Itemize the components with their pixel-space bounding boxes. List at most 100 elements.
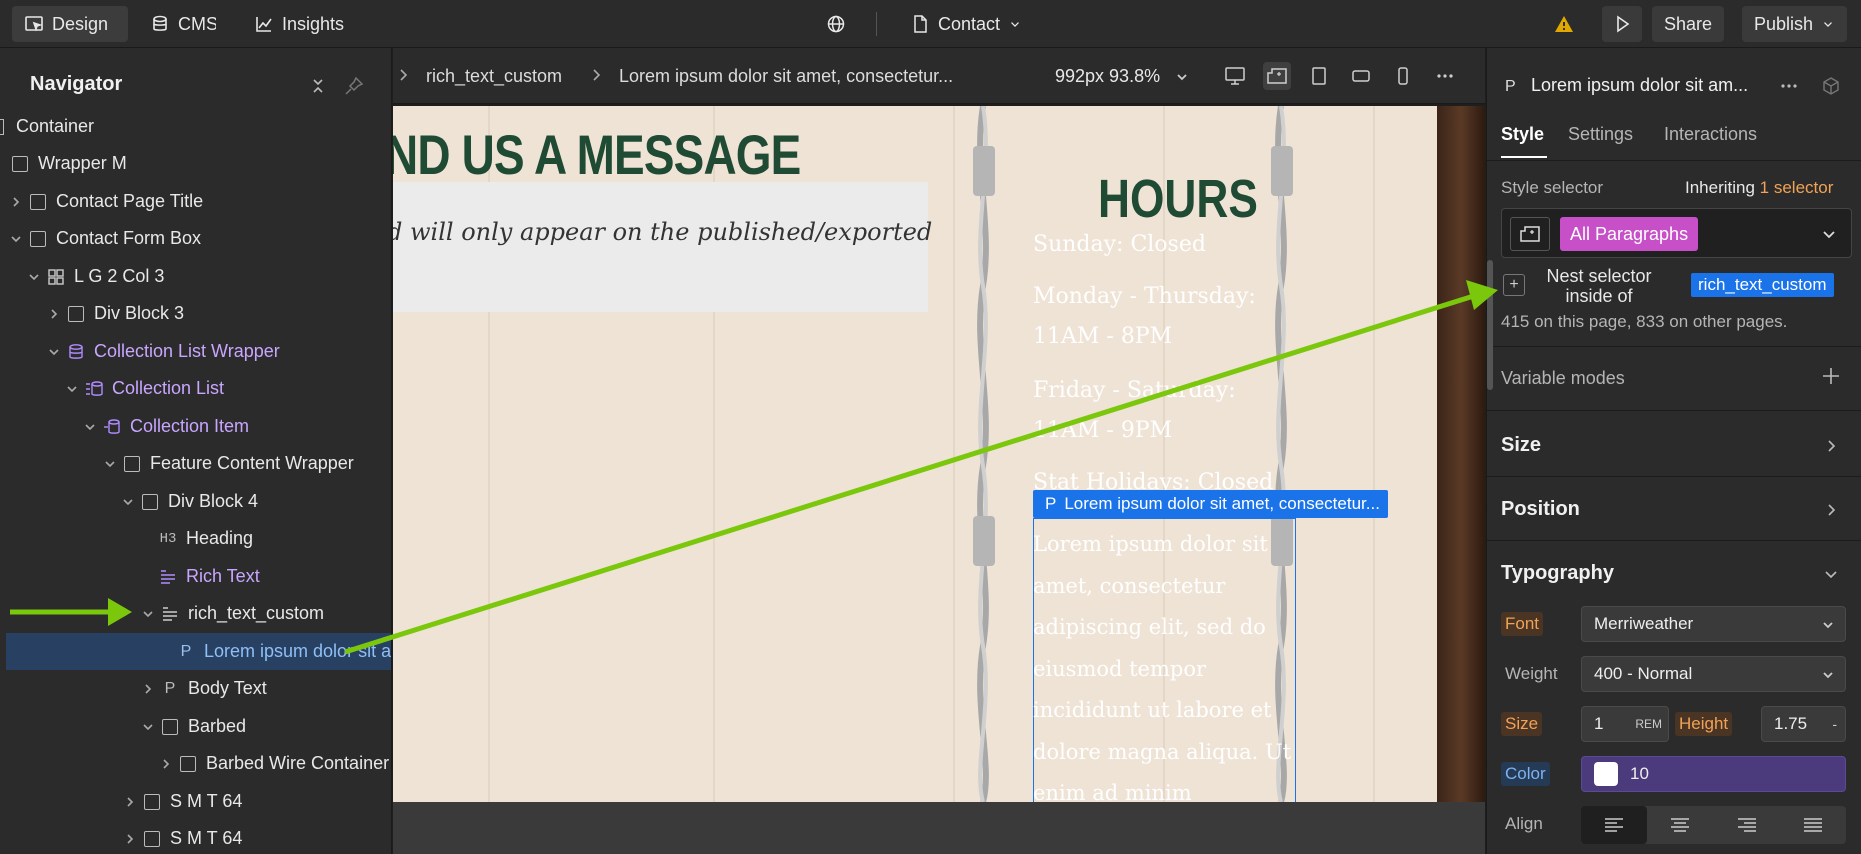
font-dropdown[interactable]: Merriweather	[1581, 606, 1846, 642]
tree-node[interactable]: Container	[0, 108, 391, 145]
more-options-icon[interactable]	[1431, 62, 1459, 90]
chevron-right-icon[interactable]	[140, 681, 156, 697]
tree-node[interactable]: S M T 64	[0, 820, 391, 854]
breadcrumb-item[interactable]: rich_text_custom	[426, 66, 562, 87]
tree-node[interactable]: Barbed Wire Container	[0, 745, 391, 782]
tree-node[interactable]: rich_text_custom	[0, 595, 391, 632]
tree-node[interactable]: Collection Item	[0, 408, 391, 445]
desktop-breakpoint-icon[interactable]	[1221, 62, 1249, 90]
nest-selector-toggle[interactable]: +	[1503, 274, 1525, 296]
selected-element-label[interactable]: P Lorem ipsum dolor sit amet, consectetu…	[1033, 490, 1388, 518]
locale-button[interactable]	[820, 6, 852, 42]
collapse-all-icon[interactable]	[308, 76, 328, 96]
section-position[interactable]: Position	[1501, 498, 1580, 521]
cms-mode-button[interactable]: CMS	[138, 6, 228, 42]
section-size[interactable]: Size	[1501, 434, 1541, 457]
viewport-size-dropdown[interactable]: 992px 93.8%	[1055, 66, 1160, 87]
chevron-right-icon[interactable]	[1823, 438, 1839, 454]
chevron-right-icon[interactable]	[122, 794, 138, 810]
selector-type-icon[interactable]	[1510, 217, 1550, 251]
tree-node[interactable]: Feature Content Wrapper	[0, 445, 391, 482]
tablet-breakpoint-icon[interactable]	[1305, 62, 1333, 90]
mobile-portrait-icon[interactable]	[1389, 62, 1417, 90]
chevron-down-icon[interactable]	[1820, 225, 1838, 243]
chevron-down-icon[interactable]	[64, 381, 80, 397]
base-breakpoint-icon[interactable]	[1263, 62, 1291, 90]
selector-tag[interactable]: All Paragraphs	[1560, 217, 1699, 251]
color-picker[interactable]: 10	[1581, 756, 1846, 792]
barbed-wire-image[interactable]	[965, 106, 1001, 802]
style-selector-field[interactable]: All Paragraphs	[1501, 208, 1852, 258]
tree-node[interactable]: Barbed	[0, 708, 391, 745]
chevron-down-icon[interactable]	[82, 419, 98, 435]
plus-icon[interactable]	[1819, 364, 1843, 388]
pin-icon[interactable]	[344, 76, 364, 96]
chevron-right-icon[interactable]	[1823, 502, 1839, 518]
align-justify-icon[interactable]	[1780, 806, 1846, 844]
tab-style[interactable]: Style	[1501, 124, 1544, 145]
publish-button[interactable]: Publish	[1742, 6, 1848, 42]
hours-heading[interactable]: HOURS	[1098, 168, 1258, 230]
tree-node[interactable]: Contact Page Title	[0, 183, 391, 220]
share-button[interactable]: Share	[1652, 6, 1725, 42]
chevron-right-icon[interactable]	[158, 756, 174, 772]
chevron-right-icon[interactable]	[46, 306, 62, 322]
component-icon[interactable]	[1821, 76, 1841, 96]
breadcrumb-item[interactable]: Lorem ipsum dolor sit amet, consectetur.…	[619, 66, 953, 87]
size-unit[interactable]: REM	[1635, 717, 1662, 731]
tree-node[interactable]: Wrapper M	[0, 145, 391, 182]
more-options-icon[interactable]	[1779, 76, 1799, 96]
tree-node[interactable]: Collection List Wrapper	[0, 333, 391, 370]
mobile-landscape-icon[interactable]	[1347, 62, 1375, 90]
chevron-down-icon[interactable]	[140, 606, 156, 622]
size-input[interactable]: 1 REM	[1581, 706, 1669, 742]
tree-node[interactable]: Div Block 3	[0, 295, 391, 332]
message-box[interactable]	[393, 182, 928, 312]
tree-node[interactable]: Contact Form Box	[0, 220, 391, 257]
selected-paragraph[interactable]: Lorem ipsum dolor sit amet, consectetur …	[1033, 524, 1296, 802]
align-right-icon[interactable]	[1714, 806, 1780, 844]
chevron-down-icon[interactable]	[46, 344, 62, 360]
height-unit[interactable]: -	[1832, 716, 1837, 732]
chevron-down-icon[interactable]	[1823, 566, 1839, 582]
hours-line[interactable]: Friday - Saturday:	[1033, 378, 1236, 403]
tree-node[interactable]: Div Block 4	[0, 483, 391, 520]
tab-interactions[interactable]: Interactions	[1664, 124, 1757, 145]
chevron-down-icon[interactable]	[140, 719, 156, 735]
tree-node[interactable]: L G 2 Col 3	[0, 258, 391, 295]
page-selector[interactable]: Contact	[898, 6, 1034, 42]
tree-node[interactable]: H3 Heading	[0, 520, 391, 557]
tree-node[interactable]: P Body Text	[0, 670, 391, 707]
align-left-icon[interactable]	[1581, 806, 1648, 844]
message-notice[interactable]: d will only appear on the published/expo…	[393, 218, 932, 246]
design-mode-button[interactable]: Design	[12, 6, 128, 42]
tree-node[interactable]: Collection List	[0, 370, 391, 407]
tree-node[interactable]: S M T 64	[0, 783, 391, 820]
chevron-down-icon[interactable]	[102, 456, 118, 472]
hours-line[interactable]: Sunday: Closed	[1033, 232, 1206, 257]
contact-heading[interactable]: ND US A MESSAGE	[393, 122, 801, 187]
chevron-down-icon[interactable]	[26, 269, 42, 285]
nest-parent-class[interactable]: rich_text_custom	[1691, 273, 1834, 297]
chevron-down-icon[interactable]	[8, 231, 24, 247]
tab-settings[interactable]: Settings	[1568, 124, 1633, 145]
weight-dropdown[interactable]: 400 - Normal	[1581, 656, 1846, 692]
chevron-down-icon[interactable]	[120, 494, 136, 510]
chevron-right-icon[interactable]	[122, 831, 138, 847]
design-canvas[interactable]: ND US A MESSAGE d will only appear on th…	[393, 106, 1485, 802]
align-center-icon[interactable]	[1647, 806, 1713, 844]
section-typography[interactable]: Typography	[1501, 562, 1614, 585]
color-swatch[interactable]	[1594, 762, 1618, 786]
insights-mode-button[interactable]: Insights	[242, 6, 356, 42]
scrollbar-thumb[interactable]	[1487, 260, 1493, 390]
hours-line[interactable]: 11AM - 9PM	[1033, 418, 1172, 443]
tree-node-selected[interactable]: P Lorem ipsum dolor sit a	[6, 633, 391, 670]
inheriting-info[interactable]: Inheriting 1 selector	[1685, 178, 1833, 198]
hours-line[interactable]: 11AM - 8PM	[1033, 324, 1172, 349]
chevron-right-icon[interactable]	[8, 194, 24, 210]
warning-button[interactable]	[1548, 6, 1580, 42]
tree-node[interactable]: Rich Text	[0, 558, 391, 595]
hours-line[interactable]: Monday - Thursday:	[1033, 284, 1256, 309]
preview-button[interactable]	[1602, 6, 1642, 42]
line-height-input[interactable]: 1.75 -	[1761, 706, 1846, 742]
